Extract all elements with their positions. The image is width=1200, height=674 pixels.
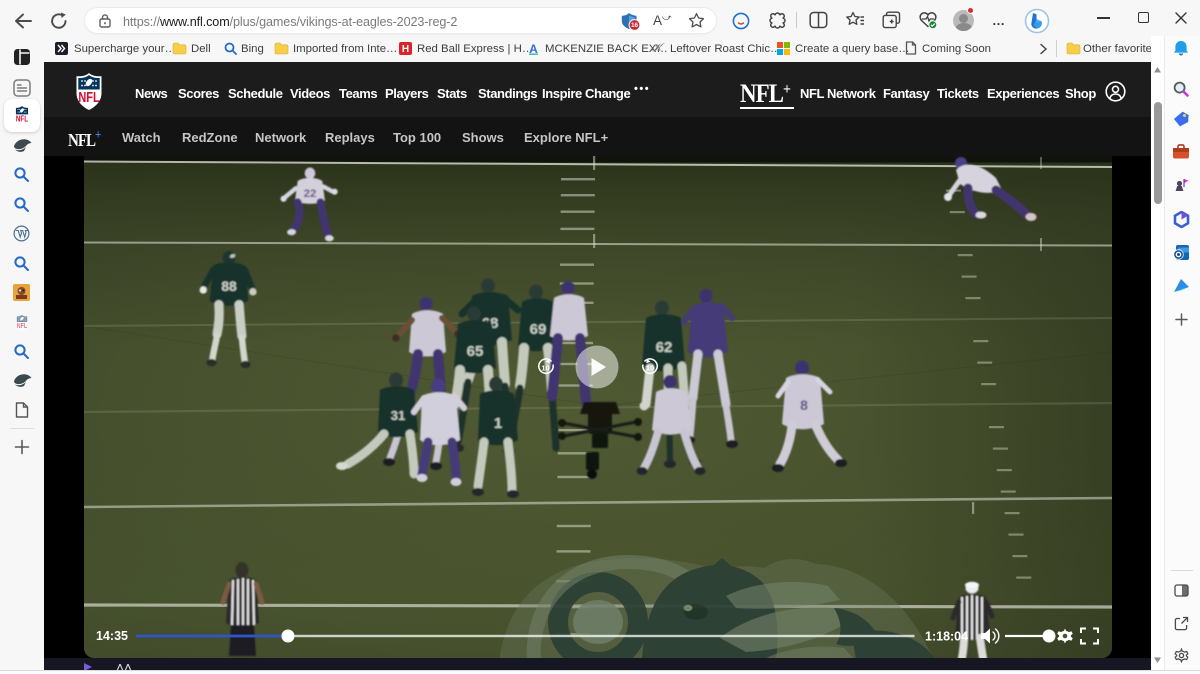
svg-text:10: 10 [541, 364, 549, 373]
svg-text:A: A [529, 42, 538, 55]
svg-text:H: H [402, 44, 409, 55]
svg-text:69: 69 [530, 321, 547, 338]
svg-text:65: 65 [467, 343, 484, 360]
svg-text:22: 22 [304, 188, 317, 200]
svg-text:10: 10 [646, 364, 654, 373]
svg-text:14:35: 14:35 [96, 629, 128, 643]
svg-text:16: 16 [631, 22, 639, 29]
svg-text:8: 8 [800, 397, 808, 413]
svg-text:88: 88 [221, 279, 237, 294]
svg-text:31: 31 [391, 408, 405, 423]
svg-text:1: 1 [494, 415, 502, 432]
svg-text:1:18:04: 1:18:04 [925, 630, 968, 644]
svg-text:62: 62 [656, 339, 673, 356]
